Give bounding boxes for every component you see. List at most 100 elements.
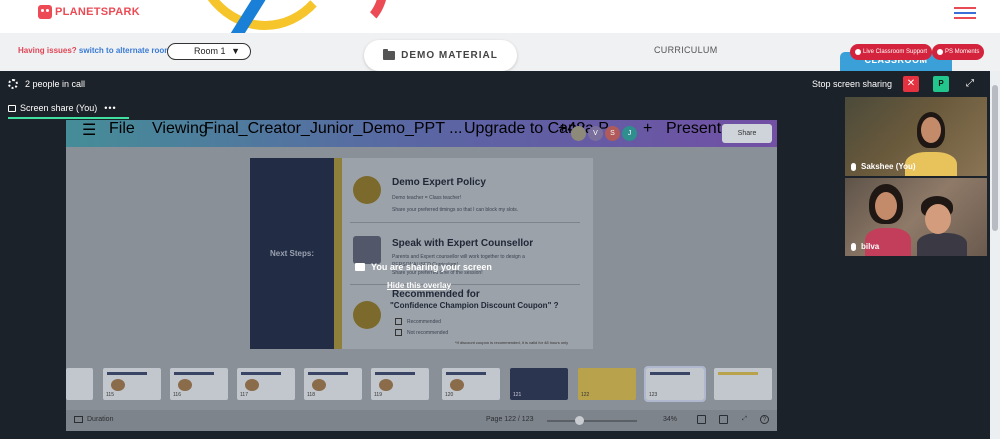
planetspark-logo[interactable]: PLANETSPARK (38, 5, 140, 19)
participant-p-button[interactable]: P (933, 76, 949, 92)
canva-avatar-j: J (622, 126, 637, 141)
thumb-number: 123 (649, 392, 658, 398)
option-recommended: Recommended (407, 319, 441, 325)
live-support-label: Live Classroom Support (863, 49, 928, 55)
slide-footnote: *If discount coupon is recommended, it i… (455, 340, 569, 345)
participant-tile[interactable]: bilva (845, 178, 987, 256)
canva-avatar-s: S (605, 126, 620, 141)
participant-tile[interactable]: Sakshee (You) (845, 97, 987, 176)
ps-moments-button[interactable]: PS Moments (932, 44, 985, 60)
slide-thumbnail: 116 (170, 368, 228, 400)
thumb-number: 120 (445, 392, 454, 398)
counsellor-icon (353, 236, 381, 264)
thumb-number: 118 (307, 392, 315, 398)
recommended-heading: Recommended for (392, 289, 480, 300)
ps-moments-label: PS Moments (945, 49, 980, 55)
live-classroom-support-button[interactable]: Live Classroom Support (850, 44, 933, 60)
logo-text: PLANETSPARK (55, 6, 140, 18)
slide-thumbnail: 122 (578, 368, 636, 400)
hide-overlay-link[interactable]: Hide this overlay (387, 281, 451, 290)
zoom-slider-track (547, 420, 637, 422)
thumb-number: 122 (581, 392, 590, 398)
decorative-red-arc (318, 0, 388, 30)
recommended-sub: "Confidence Champion Discount Coupon" ? (390, 301, 559, 310)
slide-divider (350, 222, 580, 223)
canva-bottom-bar: Duration Page 122 / 123 34% ⤢ ? (66, 410, 777, 431)
sharing-overlay-message: You are sharing your screen (355, 262, 492, 272)
slide-thumbnail: 121 (510, 368, 568, 400)
slide-thumbnail (66, 368, 93, 400)
mic-icon (851, 162, 856, 171)
folder-icon (383, 49, 396, 60)
slide-left-title: Next Steps: (269, 249, 314, 258)
active-tab-underline (8, 117, 129, 119)
slide-thumbnail-selected: 123 (644, 366, 706, 402)
slide-thumbnail: 118 (304, 368, 362, 400)
screen-share-tab-label: Screen share (You) (20, 103, 98, 113)
slide-thumbnail: 115 (103, 368, 161, 400)
slide-thumbnail-strip: 115 116 117 118 119 120 121 122 123 (66, 366, 777, 402)
slide-left-panel: Next Steps: (250, 158, 334, 349)
thumb-number: 121 (513, 392, 522, 398)
counsellor-sub1: Parents and Expert counsellor will work … (392, 254, 525, 260)
thumb-number: 117 (240, 392, 248, 398)
slide-thumbnail: 119 (371, 368, 429, 400)
zoom-level: 34% (663, 416, 678, 423)
issues-label: Having issues? (18, 46, 77, 55)
grid-view-icon (719, 415, 728, 424)
help-icon: ? (760, 415, 769, 424)
fullscreen-icon: ⤢ (742, 416, 747, 422)
thumb-number: 119 (374, 392, 382, 398)
classroom-toolbar: Having issues? switch to alternate room … (0, 33, 1000, 71)
hamburger-menu-icon[interactable] (954, 7, 976, 19)
demo-material-label: DEMO MATERIAL (401, 50, 498, 61)
overlay-message-text: You are sharing your screen (371, 262, 492, 272)
canva-share-button: Share (722, 124, 772, 143)
switch-room-link[interactable]: switch to alternate room (79, 46, 171, 55)
room-select[interactable]: Room 1 ▼ (167, 43, 251, 60)
curriculum-tab[interactable]: CURRICULUM (654, 45, 718, 55)
slide-thumbnail: 117 (237, 368, 295, 400)
checkbox (395, 329, 402, 336)
video-call-window: 2 people in call Stop screen sharing ✕ P… (0, 71, 990, 439)
demo-material-button[interactable]: DEMO MATERIAL (364, 40, 517, 71)
canva-avatar-photo (571, 126, 586, 141)
participant-name-text: bilva (861, 242, 880, 251)
monitor-icon (355, 263, 365, 271)
stop-screen-sharing-label: Stop screen sharing (812, 79, 893, 89)
gear-icon[interactable] (8, 79, 18, 89)
screen-share-icon (8, 104, 16, 112)
people-in-call: 2 people in call (25, 79, 86, 89)
stop-sharing-close-button[interactable]: ✕ (903, 76, 919, 92)
mic-icon (851, 242, 856, 251)
decorative-yellow-arc (190, 0, 340, 30)
fullscreen-expand-icon[interactable]: ⤢ (963, 77, 977, 91)
scrollbar-thumb[interactable] (992, 85, 998, 231)
screen-share-tab[interactable]: Screen share (You) ••• (8, 100, 117, 116)
participant-name: bilva (851, 242, 879, 251)
duration-icon (74, 416, 83, 423)
room-select-value: Room 1 (194, 46, 226, 56)
call-top-bar: 2 people in call Stop screen sharing ✕ P… (0, 71, 990, 98)
caret-down-icon: ▼ (231, 46, 240, 56)
zoom-slider-knob (575, 416, 584, 425)
calendar-icon (353, 176, 381, 204)
slide-accent-strip (334, 158, 342, 349)
duration-label: Duration (87, 416, 114, 423)
policy-sub2: Share your preferred timings so that I c… (392, 207, 519, 213)
presentation-slide: Next Steps: Demo Expert Policy Demo teac… (250, 158, 593, 349)
counsellor-heading: Speak with Expert Counsellor (392, 238, 534, 249)
page-indicator: Page 122 / 123 (486, 416, 534, 423)
policy-sub1: Demo teacher = Class teacher! (392, 195, 462, 201)
slide-thumbnail: 120 (442, 368, 500, 400)
thumb-number: 115 (106, 392, 114, 398)
option-not-recommended: Not recommended (407, 330, 449, 336)
more-options-icon[interactable]: ••• (104, 103, 116, 113)
support-icon (855, 49, 861, 55)
app-header: PLANETSPARK (0, 0, 1000, 33)
policy-heading: Demo Expert Policy (392, 177, 486, 188)
canva-avatar-v: V (588, 126, 603, 141)
participant-name: Sakshee (You) (851, 162, 916, 171)
page-scrollbar[interactable] (990, 71, 1000, 439)
logo-mark-icon (38, 5, 52, 19)
